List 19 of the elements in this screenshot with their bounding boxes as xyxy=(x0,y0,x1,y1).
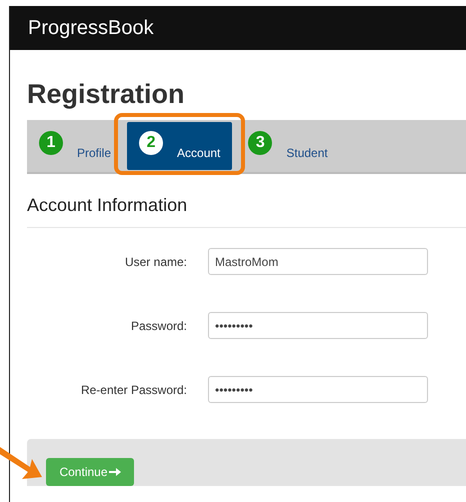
step-label: Account xyxy=(177,145,220,162)
step-tab[interactable]: 3 Student xyxy=(236,120,340,172)
input-field[interactable]: ••••••••• xyxy=(208,312,428,339)
page-title: Registration xyxy=(27,78,186,110)
field-label: Re-enter Password: xyxy=(80,382,187,398)
step-label: Student xyxy=(286,145,328,162)
step-tab[interactable]: 1 Profile xyxy=(27,120,124,172)
step-tab[interactable]: 2 Account xyxy=(127,122,232,170)
input-field[interactable]: MastroMom xyxy=(208,248,428,275)
step-label: Profile xyxy=(77,145,112,162)
brand-name: ProgressBook xyxy=(28,16,154,41)
step-number: 3 xyxy=(248,131,272,155)
input-field[interactable]: ••••••••• xyxy=(208,376,428,403)
step-number: 1 xyxy=(39,131,63,155)
field-label: User name: xyxy=(124,254,187,270)
arrow-right-icon xyxy=(108,467,121,477)
field-label: Password: xyxy=(130,318,187,334)
section-title: Account Information xyxy=(27,192,466,228)
step-number: 2 xyxy=(139,131,164,155)
